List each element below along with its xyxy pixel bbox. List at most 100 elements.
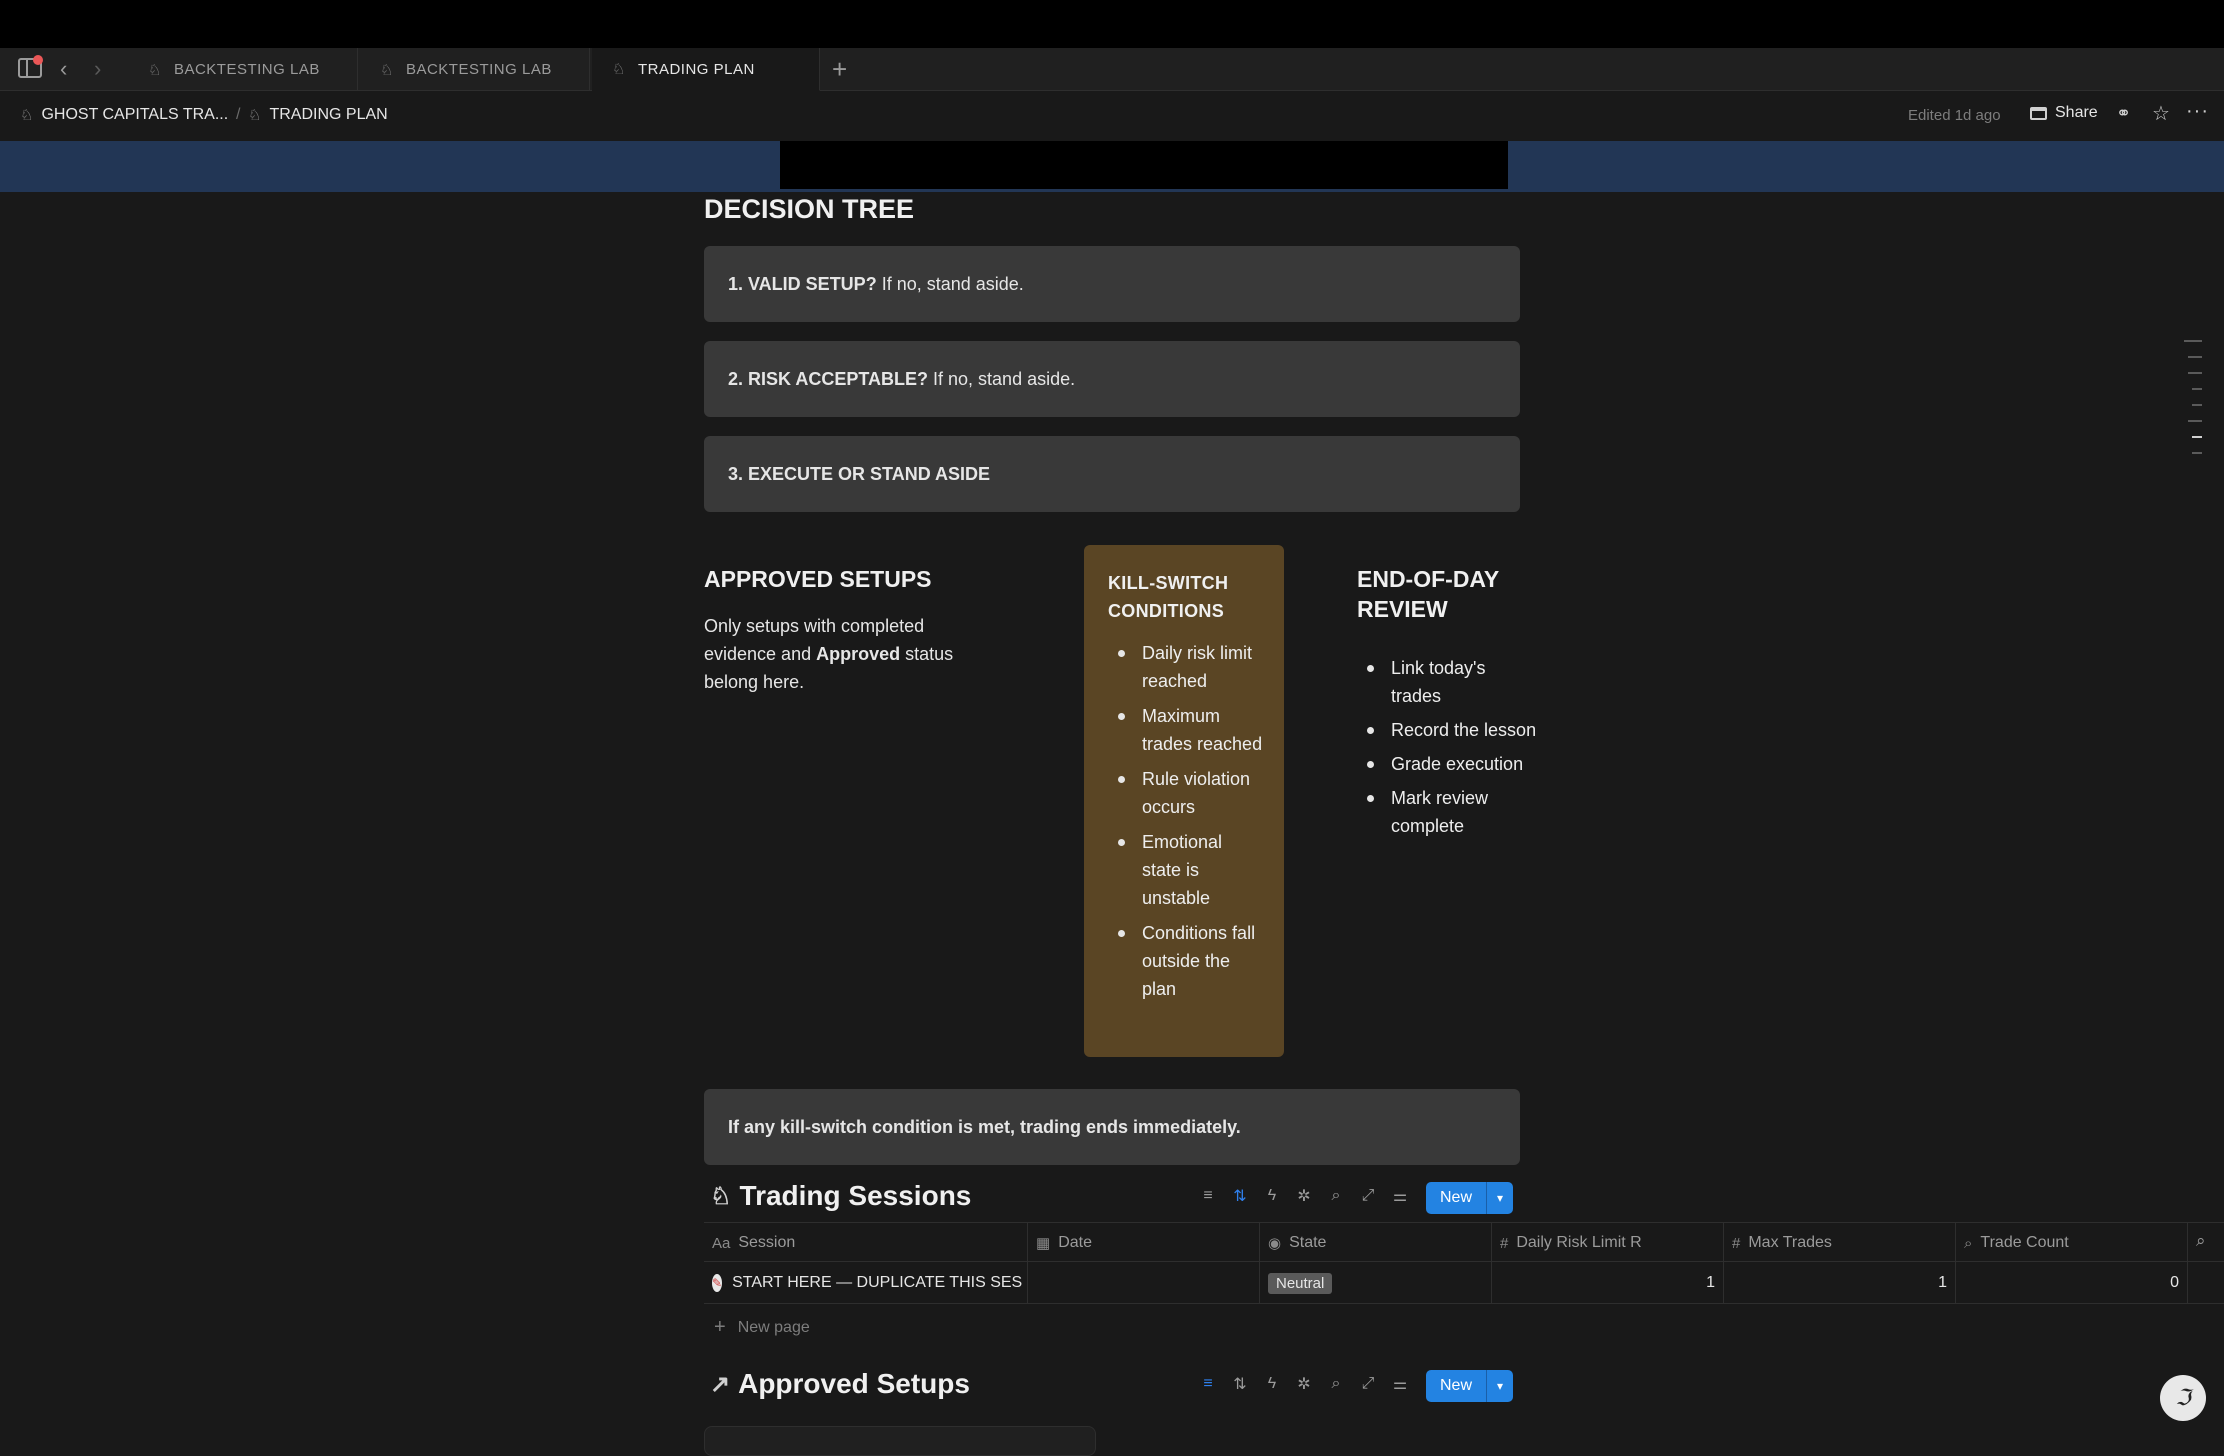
share-label: Share: [2055, 104, 2098, 121]
new-tab-plus-icon[interactable]: +: [832, 54, 847, 85]
automation-icon[interactable]: ϟ: [1256, 1187, 1288, 1205]
list-item: Rule violation occurs: [1108, 765, 1266, 821]
trading-sessions-title[interactable]: ♘ Trading Sessions: [710, 1180, 971, 1212]
new-entry-button[interactable]: New ▾: [1426, 1370, 1514, 1402]
list-item: Record the lesson: [1357, 716, 1537, 744]
tab-backtesting-lab-1[interactable]: ♘ BACKTESTING LAB: [128, 48, 358, 91]
decision-step-2: 2. RISK ACCEPTABLE? If no, stand aside.: [704, 341, 1520, 417]
breadcrumb-current[interactable]: ♘ TRADING PLAN: [248, 106, 388, 124]
approved-setups-heading: APPROVED SETUPS: [704, 566, 932, 592]
cell-max-trades[interactable]: 1: [1724, 1262, 1956, 1304]
outline-line: [2192, 404, 2202, 406]
cell-daily-risk[interactable]: 1: [1492, 1262, 1724, 1304]
sort-icon[interactable]: ⇅: [1224, 1374, 1256, 1394]
step-title: 1. VALID SETUP?: [728, 273, 877, 294]
new-label: New: [1426, 1370, 1488, 1402]
chevron-down-icon[interactable]: ▾: [1487, 1379, 1513, 1393]
outline-line: [2192, 388, 2202, 390]
breadcrumb-root[interactable]: ♘ GHOST CAPITALS TRA...: [20, 106, 228, 124]
add-column-search-icon[interactable]: ⌕: [2196, 1231, 2206, 1251]
ai-sparkle-icon[interactable]: ✲: [1288, 1374, 1320, 1394]
link-icon[interactable]: ⚭: [2116, 103, 2131, 124]
ghost-icon: ♘: [20, 107, 34, 124]
automation-icon[interactable]: ϟ: [1256, 1375, 1288, 1393]
column-header-state[interactable]: ◉ State: [1260, 1223, 1492, 1263]
cell-state[interactable]: Neutral: [1260, 1262, 1492, 1304]
chevron-down-icon[interactable]: ▾: [1487, 1191, 1513, 1205]
column-label: State: [1289, 1234, 1327, 1251]
column-label: Session: [738, 1234, 796, 1251]
settings-sliders-icon[interactable]: ⚌: [1384, 1186, 1416, 1206]
breadcrumb-separator: /: [236, 106, 241, 123]
help-assistant-icon[interactable]: ℑ: [2160, 1375, 2206, 1421]
list-item: Maximum trades reached: [1108, 702, 1266, 758]
filter-icon[interactable]: ≡: [1192, 1187, 1224, 1205]
link-arrow-icon: ↗: [710, 1370, 731, 1398]
edited-timestamp: Edited 1d ago: [1908, 107, 2001, 124]
share-button[interactable]: Share: [2030, 104, 2098, 122]
search-icon[interactable]: ⌕: [1320, 1375, 1352, 1393]
filter-icon[interactable]: ≡: [1192, 1375, 1224, 1393]
new-page-button[interactable]: + New page: [714, 1316, 810, 1339]
ghost-link-icon: ♘: [710, 1182, 732, 1210]
warning-text: If any kill-switch condition is met, tra…: [728, 1116, 1241, 1137]
star-icon[interactable]: ☆: [2152, 101, 2170, 126]
gallery-card[interactable]: [704, 1426, 1096, 1456]
new-entry-button[interactable]: New ▾: [1426, 1182, 1514, 1214]
list-item: Grade execution: [1357, 750, 1537, 778]
column-header-max-trades[interactable]: # Max Trades: [1724, 1223, 1956, 1263]
cell-date[interactable]: [1028, 1262, 1260, 1304]
cell-session[interactable]: ✎ START HERE — DUPLICATE THIS SES: [704, 1262, 1028, 1304]
outline-line: [2188, 372, 2202, 374]
outline-line: [2192, 452, 2202, 454]
list-item: Daily risk limit reached: [1108, 639, 1266, 695]
more-options-icon[interactable]: ···: [2186, 100, 2209, 123]
column-header-session[interactable]: Aa Session: [704, 1223, 1028, 1263]
approved-setups-db-title[interactable]: ↗ Approved Setups: [710, 1368, 970, 1400]
kill-switch-list: Daily risk limit reached Maximum trades …: [1108, 639, 1266, 1003]
window-top-bar: [0, 0, 2224, 48]
column-header-trade-count[interactable]: ⌕ Trade Count: [1956, 1223, 2188, 1263]
list-item: Mark review complete: [1357, 784, 1537, 840]
settings-sliders-icon[interactable]: ⚌: [1384, 1374, 1416, 1394]
step-text: If no, stand aside.: [933, 368, 1076, 389]
ghost-icon: ♘: [612, 61, 626, 78]
column-label: Trade Count: [1980, 1234, 2069, 1251]
column-label: Max Trades: [1748, 1234, 1832, 1251]
text-type-icon: Aa: [712, 1234, 731, 1252]
column-label: Daily Risk Limit R: [1516, 1234, 1642, 1251]
db-toolbar: ≡ ⇅ ϟ ✲ ⌕ ⤢ ⚌: [1192, 1374, 1416, 1394]
tab-backtesting-lab-2[interactable]: ♘ BACKTESTING LAB: [360, 48, 590, 91]
step-title: 2. RISK ACCEPTABLE?: [728, 368, 929, 389]
forward-arrow-icon[interactable]: ›: [94, 56, 101, 82]
ghost-icon: ♘: [380, 61, 394, 79]
number-icon: #: [1732, 1234, 1741, 1252]
table-row[interactable]: ✎ START HERE — DUPLICATE THIS SES Neutra…: [704, 1262, 2224, 1304]
calendar-icon: ▦: [1036, 1235, 1051, 1252]
column-header-daily-risk[interactable]: # Daily Risk Limit R: [1492, 1223, 1724, 1263]
cell-trade-count[interactable]: 0: [1956, 1262, 2188, 1304]
search-icon[interactable]: ⌕: [1320, 1187, 1352, 1205]
list-item: Link today's trades: [1357, 654, 1537, 710]
notification-dot: [33, 55, 43, 65]
number-icon: #: [1500, 1234, 1509, 1252]
decision-step-3: 3. EXECUTE OR STAND ASIDE: [704, 436, 1520, 512]
kill-switch-heading: KILL-SWITCH CONDITIONS: [1108, 573, 1229, 621]
expand-icon[interactable]: ⤢: [1352, 1187, 1384, 1205]
status-icon: ◉: [1268, 1235, 1282, 1252]
tab-label: BACKTESTING LAB: [405, 61, 552, 78]
decision-step-1: 1. VALID SETUP? If no, stand aside.: [704, 246, 1520, 322]
ai-sparkle-icon[interactable]: ✲: [1288, 1186, 1320, 1206]
breadcrumb-current-label: TRADING PLAN: [269, 106, 388, 123]
column-header-date[interactable]: ▦ Date: [1028, 1223, 1260, 1263]
new-label: New: [1426, 1182, 1488, 1214]
page-outline-minimap[interactable]: [2182, 340, 2202, 468]
share-window-icon: [2030, 106, 2047, 120]
expand-icon[interactable]: ⤢: [1352, 1375, 1384, 1393]
back-arrow-icon[interactable]: ‹: [60, 56, 67, 82]
list-item: Emotional state is unstable: [1108, 828, 1266, 912]
sort-icon[interactable]: ⇅: [1224, 1186, 1256, 1206]
table-header: Aa Session ▦ Date ◉ State # Daily Risk L…: [704, 1222, 2224, 1263]
tab-trading-plan[interactable]: ♘ TRADING PLAN: [592, 48, 820, 91]
compass-icon: ✎: [712, 1274, 723, 1292]
